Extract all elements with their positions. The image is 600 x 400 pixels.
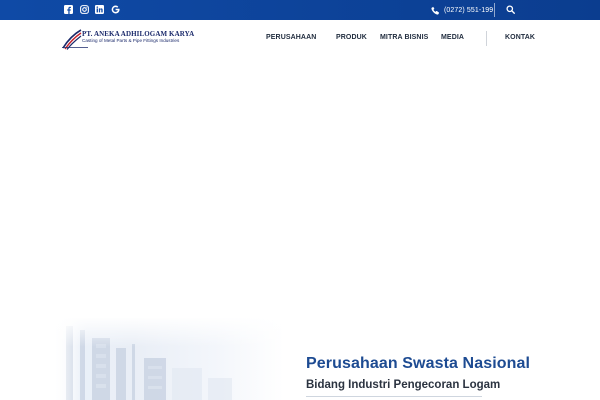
hero-factory-image <box>52 318 284 400</box>
logo-company-name: PT. ANEKA ADHILOGAM KARYA <box>82 30 195 38</box>
phone-number: (0272) 551-199 <box>444 6 494 14</box>
nav-item-media[interactable]: MEDIA <box>441 34 464 41</box>
top-bar: (0272) 551-199 <box>0 0 600 20</box>
nav-item-produk[interactable]: PRODUK <box>336 34 367 41</box>
nav-divider <box>486 31 487 46</box>
company-logo[interactable]: PT. ANEKA ADHILOGAM KARYA Casting of Met… <box>62 27 202 51</box>
hero-title: Perusahaan Swasta Nasional <box>306 355 531 372</box>
logo-tagline: Casting of Metal Parts & Pipe Fittings I… <box>82 38 180 43</box>
search-icon[interactable] <box>506 5 515 14</box>
instagram-icon[interactable] <box>80 5 89 14</box>
nav-item-kontak[interactable]: KONTAK <box>505 34 535 41</box>
nav-item-mitra-bisnis[interactable]: MITRA BISNIS <box>380 34 428 41</box>
hero-divider <box>306 396 482 397</box>
phone-contact[interactable]: (0272) 551-199 <box>431 3 493 17</box>
topbar-divider <box>494 3 495 17</box>
hero-subtitle: Bidang Industri Pengecoran Logam <box>306 379 501 391</box>
google-icon[interactable] <box>111 5 120 14</box>
site-header: PT. ANEKA ADHILOGAM KARYA Casting of Met… <box>0 20 600 58</box>
nav-item-perusahaan[interactable]: PERUSAHAAN <box>266 34 316 41</box>
facebook-icon[interactable] <box>64 5 73 14</box>
linkedin-icon[interactable] <box>95 5 104 14</box>
phone-icon <box>431 6 440 15</box>
